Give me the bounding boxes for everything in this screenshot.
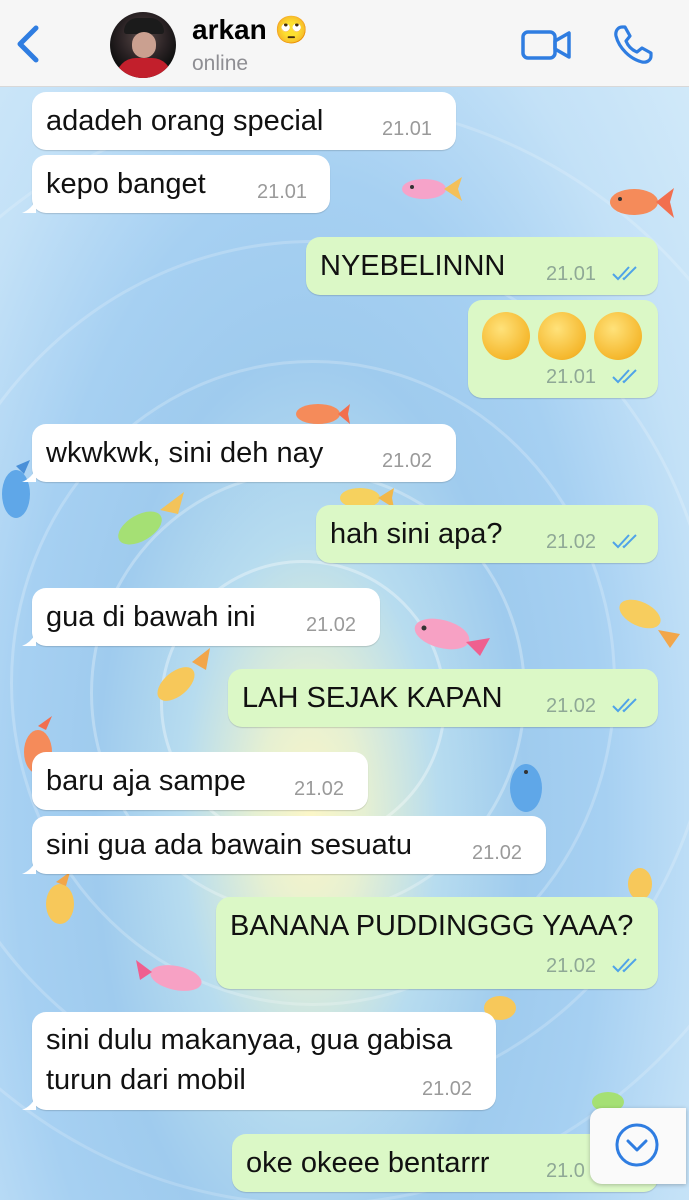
message-time: 21.0 (546, 1160, 585, 1182)
message-text: oke okeee bentarrr (246, 1147, 490, 1179)
bubble-tail (22, 1096, 36, 1110)
bubble-tail (22, 199, 36, 213)
phone-icon[interactable] (612, 24, 654, 66)
message-time: 21.02 (546, 531, 597, 553)
chevron-down-circle-icon (615, 1123, 659, 1167)
fish-decoration-icon (118, 492, 184, 545)
fish-decoration-icon (619, 599, 680, 648)
read-ticks-icon (612, 266, 637, 281)
message-time: 21.02 (382, 450, 433, 472)
bubble-tail (22, 468, 36, 482)
scroll-to-bottom-button[interactable] (590, 1108, 686, 1184)
message-time: 21.02 (306, 614, 357, 636)
message-text: BANANA PUDDINGGG YAAA? (230, 910, 634, 942)
message-bubble-incoming[interactable]: kepo banget 21.01 (22, 155, 330, 213)
message-time: 21.02 (422, 1078, 473, 1100)
avatar[interactable] (110, 12, 176, 78)
bubble-tail (22, 860, 36, 874)
read-ticks-icon (612, 698, 637, 713)
message-time: 21.02 (546, 695, 597, 717)
fish-decoration-icon (46, 872, 74, 924)
fish-decoration-icon (402, 177, 462, 201)
message-text: wkwkwk, sini deh nay (46, 437, 324, 469)
read-ticks-icon (612, 958, 637, 973)
message-time: 21.01 (382, 118, 433, 140)
message-text: LAH SEJAK KAPAN (242, 682, 503, 714)
contact-status: online (192, 52, 249, 75)
chat-header: arkan 🙄 online (0, 0, 689, 87)
read-ticks-icon (612, 369, 637, 384)
message-bubble-outgoing[interactable]: 😒 😒 😒 21.01 (468, 300, 658, 398)
message-bubble-incoming[interactable]: baru aja sampe 21.02 (32, 752, 368, 810)
message-text: adadeh orang special (46, 105, 324, 137)
message-text: gua di bawah ini (46, 601, 256, 633)
contact-name[interactable]: arkan 🙄 (192, 14, 308, 46)
message-text: baru aja sampe (46, 765, 246, 797)
unamused-face-icon (538, 312, 586, 360)
chevron-left-icon[interactable] (14, 24, 44, 64)
read-ticks-icon (612, 534, 637, 549)
message-bubble-outgoing[interactable]: hah sini apa? 21.02 (316, 505, 658, 563)
message-text: kepo banget (46, 168, 206, 200)
message-bubble-incoming[interactable]: adadeh orang special 21.01 (32, 92, 456, 150)
message-bubble-outgoing[interactable]: NYEBELINNN 21.01 (306, 237, 658, 295)
fish-decoration-icon (610, 188, 674, 218)
unamused-emoji-row (482, 312, 646, 360)
message-text: NYEBELINNN (320, 250, 506, 282)
bubble-tail (22, 632, 36, 646)
message-bubble-incoming[interactable]: sini gua ada bawain sesuatu 21.02 (22, 816, 546, 874)
fish-decoration-icon (157, 648, 210, 701)
contact-name-text: arkan (192, 14, 267, 45)
message-time: 21.02 (294, 778, 345, 800)
message-time: 21.01 (546, 263, 597, 285)
fish-decoration-icon (510, 764, 542, 812)
message-text: sini dulu makanyaa, gua gabisa turun dar… (46, 1024, 453, 1096)
video-camera-icon[interactable] (520, 28, 572, 62)
fish-decoration-icon (296, 404, 350, 424)
unamused-face-icon (594, 312, 642, 360)
message-text: sini gua ada bawain sesuatu (46, 829, 412, 861)
eye-roll-emoji-icon: 🙄 (274, 15, 309, 45)
fish-decoration-icon (136, 960, 202, 991)
message-bubble-incoming[interactable]: sini dulu makanyaa, gua gabisa turun dar… (22, 1012, 496, 1110)
message-bubble-outgoing[interactable]: BANANA PUDDINGGG YAAA? 21.02 (216, 897, 658, 989)
message-text: hah sini apa? (330, 518, 503, 550)
message-time: 21.01 (257, 181, 308, 203)
message-time: 21.02 (472, 842, 523, 864)
message-time: 21.01 (546, 366, 597, 388)
message-bubble-outgoing[interactable]: LAH SEJAK KAPAN 21.02 (228, 669, 658, 727)
message-time: 21.02 (546, 955, 597, 977)
message-bubble-incoming[interactable]: wkwkwk, sini deh nay 21.02 (22, 424, 456, 482)
fish-decoration-icon (414, 618, 490, 656)
message-bubble-incoming[interactable]: gua di bawah ini 21.02 (22, 588, 380, 646)
unamused-face-icon (482, 312, 530, 360)
fish-decoration-icon (628, 868, 652, 900)
